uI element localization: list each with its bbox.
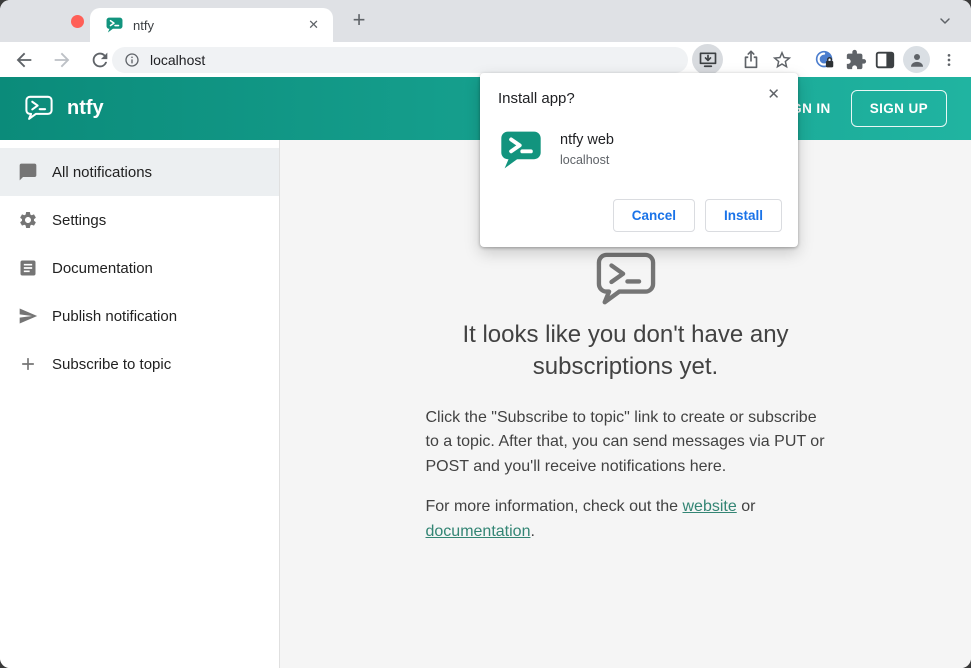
tab-strip: ntfy ✕ + (0, 0, 971, 42)
monitor-download-icon (699, 52, 716, 67)
reload-icon[interactable] (89, 49, 111, 71)
paragraph2-prefix: For more information, check out the (425, 498, 683, 516)
browser-window: ntfy ✕ + localhost ntfy SIGN IN SIGN UP … (0, 0, 971, 668)
tab-close-icon[interactable]: ✕ (306, 15, 321, 35)
sidebar-item-label: All notifications (52, 163, 153, 181)
sidebar-item-label: Documentation (52, 259, 153, 277)
address-bar[interactable]: localhost (112, 47, 688, 73)
sidebar-item-label: Settings (52, 211, 107, 229)
tab-title: ntfy (133, 17, 154, 33)
gear-icon (20, 212, 36, 228)
side-panel-icon[interactable] (874, 49, 896, 71)
install-app-popup: Install app? ✕ ntfy web localhost Cancel… (480, 73, 798, 247)
ntfy-favicon-icon (106, 17, 123, 33)
plus-icon (22, 358, 34, 370)
popup-close-icon[interactable]: ✕ (763, 83, 784, 105)
profile-avatar[interactable] (903, 46, 930, 73)
empty-state-paragraph-2: For more information, check out the webs… (426, 495, 826, 544)
sidebar-item-documentation[interactable]: Documentation (0, 244, 279, 292)
extension-lock-icon[interactable] (814, 49, 836, 71)
cancel-button[interactable]: Cancel (612, 199, 695, 232)
sidebar-item-all-notifications[interactable]: All notifications (0, 148, 279, 196)
ntfy-logo-icon (24, 95, 54, 122)
app-title: ntfy (67, 97, 104, 119)
popup-app-name: ntfy web (560, 132, 614, 148)
sidebar-item-subscribe-to-topic[interactable]: Subscribe to topic (0, 340, 279, 388)
bookmark-star-icon[interactable] (771, 49, 793, 71)
install-app-icon[interactable] (692, 44, 723, 75)
empty-state-paragraph: Click the "Subscribe to topic" link to c… (425, 408, 825, 475)
ntfy-logo-gray-icon (594, 251, 658, 309)
send-icon (19, 308, 38, 324)
install-button[interactable]: Install (704, 199, 782, 232)
forward-icon[interactable] (51, 49, 73, 71)
window-close-button[interactable] (71, 15, 84, 28)
new-tab-button[interactable]: + (345, 7, 373, 35)
browser-tab-ntfy[interactable]: ntfy ✕ (90, 8, 333, 42)
person-icon (910, 53, 923, 67)
extensions-puzzle-icon[interactable] (845, 49, 867, 71)
sidebar: All notifications Settings Documentation… (0, 140, 280, 668)
share-icon[interactable] (740, 49, 762, 71)
chat-icon (19, 163, 37, 181)
paragraph2-suffix: . (530, 522, 535, 540)
popup-app-origin: localhost (560, 153, 610, 167)
browser-toolbar: localhost (0, 42, 971, 77)
ntfy-app-icon (500, 130, 542, 170)
empty-state-heading: It looks like you don't have any subscri… (462, 321, 789, 381)
chevron-down-icon[interactable] (937, 13, 953, 29)
menu-dots-icon[interactable] (941, 49, 957, 71)
document-icon (20, 260, 36, 276)
site-info-icon[interactable] (124, 52, 140, 68)
sidebar-item-label: Publish notification (52, 307, 178, 325)
sidebar-item-settings[interactable]: Settings (0, 196, 279, 244)
documentation-link[interactable]: documentation (426, 523, 531, 540)
sign-up-button[interactable]: SIGN UP (850, 90, 947, 127)
paragraph2-mid: or (736, 498, 756, 516)
popup-title: Install app? (498, 90, 575, 107)
back-icon[interactable] (13, 49, 35, 71)
url-text: localhost (150, 52, 206, 68)
sidebar-item-publish-notification[interactable]: Publish notification (0, 292, 279, 340)
sidebar-item-label: Subscribe to topic (52, 355, 172, 373)
website-link[interactable]: website (683, 498, 737, 515)
